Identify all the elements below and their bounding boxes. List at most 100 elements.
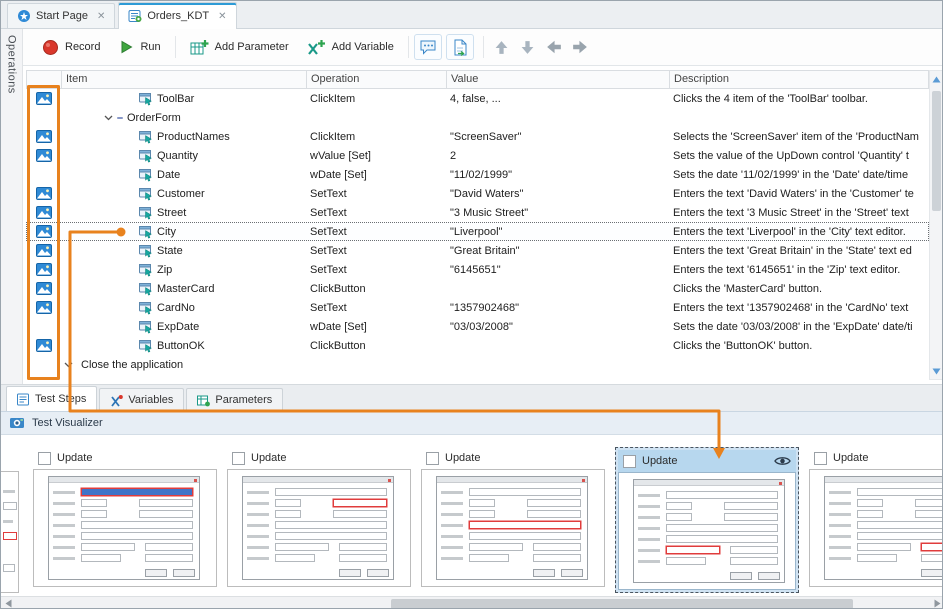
test-step-row[interactable]: Close the application (26, 355, 929, 374)
value-label: "11/02/1999" (450, 169, 512, 181)
description-cell: Sets the date '03/03/2008' in the 'ExpDa… (669, 321, 929, 333)
update-checkbox[interactable] (38, 452, 51, 465)
test-step-row[interactable]: ButtonOK ClickButton Clicks the 'ButtonO… (26, 336, 929, 355)
test-step-row[interactable]: CardNo SetText "1357902468" Enters the t… (26, 298, 929, 317)
operations-sidebar[interactable]: Operations (1, 29, 23, 384)
image-thumbnail-icon[interactable] (36, 244, 52, 257)
image-thumbnail-icon[interactable] (36, 339, 52, 352)
item-cell: City (61, 225, 306, 239)
item-cell: Close the application (61, 359, 306, 371)
speech-bubble-icon (419, 39, 437, 55)
column-header-operation[interactable]: Operation (307, 71, 447, 88)
horizontal-scrollbar[interactable] (1, 596, 943, 609)
update-checkbox[interactable] (232, 452, 245, 465)
eye-icon[interactable] (774, 455, 791, 467)
test-step-row[interactable]: Zip SetText "6145651" Enters the text '6… (26, 260, 929, 279)
arrow-up-icon (494, 40, 509, 55)
tab-test-steps[interactable]: Test Steps (6, 386, 97, 411)
column-header-item[interactable]: Item (62, 71, 307, 88)
keyword-test-icon (128, 9, 142, 23)
comment-button[interactable] (414, 34, 442, 60)
visualizer-image-cell (26, 339, 61, 352)
update-checkbox[interactable] (623, 455, 636, 468)
tab-start-page[interactable]: Start Page ✕ (7, 3, 115, 28)
update-checkbox[interactable] (814, 452, 827, 465)
column-header-value[interactable]: Value (447, 71, 670, 88)
test-step-row[interactable]: OrderForm (26, 108, 929, 127)
item-cell: ToolBar (61, 92, 306, 106)
image-thumbnail-icon[interactable] (36, 187, 52, 200)
chevron-down-icon[interactable] (64, 362, 73, 368)
visualizer-thumbnail[interactable]: Update (421, 447, 605, 587)
scroll-right-button[interactable] (930, 597, 943, 609)
vertical-scrollbar[interactable] (929, 70, 943, 380)
value-cell: "3 Music Street" (446, 207, 669, 219)
visualizer-thumbnail[interactable]: Update (615, 447, 799, 593)
test-step-row[interactable]: ProductNames ClickItem "ScreenSaver" Sel… (26, 127, 929, 146)
value-cell: 2 (446, 150, 669, 162)
visualizer-thumbnail[interactable]: Update (33, 447, 217, 587)
onscreen-action-icon (139, 301, 153, 315)
tab-label: Orders_KDT (147, 10, 209, 22)
visualizer-thumbnail[interactable]: Update (809, 447, 943, 587)
test-step-row[interactable]: Date wDate [Set] "11/02/1999" Sets the d… (26, 165, 929, 184)
close-icon[interactable]: ✕ (218, 11, 226, 22)
test-step-row[interactable]: City SetText "Liverpool" Enters the text… (26, 222, 929, 241)
move-left-button[interactable] (541, 34, 567, 60)
tab-variables[interactable]: Variables (99, 388, 184, 411)
scroll-left-button[interactable] (1, 597, 15, 609)
test-step-row[interactable]: Customer SetText "David Waters" Enters t… (26, 184, 929, 203)
operation-label: wValue [Set] (310, 150, 371, 162)
scrollbar-thumb[interactable] (391, 599, 853, 609)
test-step-row[interactable]: Quantity wValue [Set] 2 Sets the value o… (26, 146, 929, 165)
add-variable-button[interactable]: Add Variable (298, 34, 403, 61)
item-label: Close the application (81, 359, 183, 371)
run-button[interactable]: Run (109, 34, 169, 60)
tab-orders-kdt[interactable]: Orders_KDT ✕ (118, 2, 236, 29)
item-cell: Date (61, 168, 306, 182)
test-step-row[interactable]: State SetText "Great Britain" Enters the… (26, 241, 929, 260)
add-parameter-button[interactable]: Add Parameter (181, 34, 298, 61)
image-thumbnail-icon[interactable] (36, 263, 52, 276)
record-button[interactable]: Record (33, 34, 109, 61)
test-step-row[interactable]: ToolBar ClickItem 4, false, ... Clicks t… (26, 89, 929, 108)
thumbnail-partial[interactable] (1, 471, 19, 593)
value-cell: "6145651" (446, 264, 669, 276)
column-header-image[interactable] (27, 71, 62, 88)
document-button[interactable] (446, 34, 474, 60)
test-step-row[interactable]: ExpDate wDate [Set] "03/03/2008" Sets th… (26, 317, 929, 336)
visualizer-thumbnail[interactable]: Update (227, 447, 411, 587)
main-toolbar: Record Run Add Parameter Add Variable (23, 29, 943, 66)
test-visualizer-header[interactable]: Test Visualizer (1, 411, 943, 435)
test-step-row[interactable]: MasterCard ClickButton Clicks the 'Maste… (26, 279, 929, 298)
description-cell: Sets the date '11/02/1999' in the 'Date'… (669, 169, 929, 181)
value-cell: "03/03/2008" (446, 321, 669, 333)
image-thumbnail-icon[interactable] (36, 225, 52, 238)
item-label: MasterCard (157, 283, 214, 295)
value-cell: "Great Britain" (446, 245, 669, 257)
image-thumbnail-icon[interactable] (36, 206, 52, 219)
onscreen-action-icon (139, 320, 153, 334)
image-thumbnail-icon[interactable] (36, 130, 52, 143)
thumbnail-header: Update (618, 450, 796, 472)
move-up-button[interactable] (489, 34, 515, 60)
scrollbar-thumb[interactable] (932, 91, 941, 211)
toolbar-separator (175, 36, 176, 58)
scroll-down-button[interactable] (930, 364, 943, 378)
move-right-button[interactable] (567, 34, 593, 60)
column-header-description[interactable]: Description (670, 71, 928, 88)
scroll-up-button[interactable] (930, 72, 943, 86)
image-thumbnail-icon[interactable] (36, 149, 52, 162)
update-label: Update (833, 452, 868, 464)
image-thumbnail-icon[interactable] (36, 92, 52, 105)
chevron-down-icon[interactable] (104, 115, 113, 121)
image-thumbnail-icon[interactable] (36, 301, 52, 314)
visualizer-image-cell (26, 263, 61, 276)
move-down-button[interactable] (515, 34, 541, 60)
tab-parameters[interactable]: Parameters (186, 388, 283, 411)
close-icon[interactable]: ✕ (97, 11, 105, 22)
test-step-row[interactable]: Street SetText "3 Music Street" Enters t… (26, 203, 929, 222)
image-thumbnail-icon[interactable] (36, 282, 52, 295)
update-checkbox[interactable] (426, 452, 439, 465)
grid-header: Item Operation Value Description (26, 70, 929, 89)
